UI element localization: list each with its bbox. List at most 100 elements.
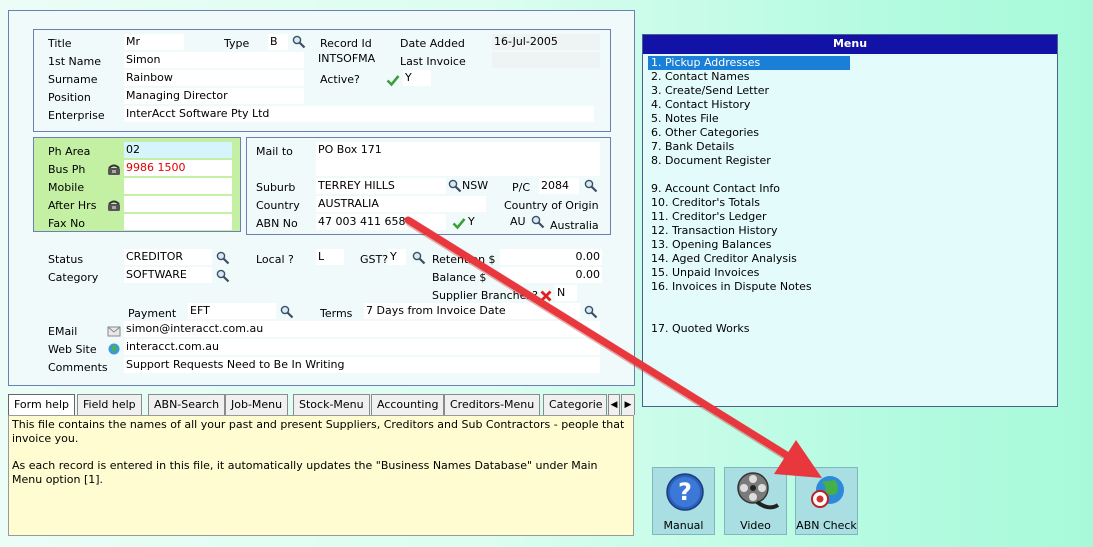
menu-list: 1. Pickup Addresses 2. Contact Names 3. … <box>643 56 1057 396</box>
search-icon[interactable] <box>584 305 598 319</box>
country-field[interactable]: AUSTRALIA <box>316 196 486 212</box>
tab-field-help[interactable]: Field help <box>77 394 142 415</box>
menu-item-transaction-history[interactable]: 12. Transaction History <box>648 224 778 238</box>
supplier-branches-label: Supplier Branches? <box>432 289 538 302</box>
record-id-label: Record Id <box>320 37 372 50</box>
email-icon[interactable] <box>107 324 121 338</box>
payment-field[interactable]: EFT <box>188 303 276 319</box>
menu-item-pickup-addresses[interactable]: 1. Pickup Addresses <box>648 56 850 70</box>
manual-button[interactable]: ? Manual <box>652 467 715 535</box>
x-icon[interactable] <box>539 289 553 303</box>
origin-value: Australia <box>550 219 599 232</box>
help-paragraph-1: This file contains the names of all your… <box>12 418 625 445</box>
after-hrs-label: After Hrs <box>48 199 97 212</box>
pc-field[interactable]: 2084 <box>539 178 579 194</box>
position-field[interactable]: Managing Director <box>124 88 304 104</box>
mobile-field[interactable] <box>124 178 232 194</box>
search-icon[interactable] <box>216 269 230 283</box>
tab-creditors-menu[interactable]: Creditors-Menu <box>444 394 541 415</box>
retention-field: 0.00 <box>500 249 602 265</box>
globe-icon[interactable] <box>107 342 121 356</box>
tab-scroll-right[interactable]: ▶ <box>621 394 635 415</box>
local-field[interactable]: L <box>316 249 344 265</box>
last-invoice-label: Last Invoice <box>400 55 466 68</box>
menu-item-invoices-in-dispute[interactable]: 16. Invoices in Dispute Notes <box>648 280 812 294</box>
bus-ph-label: Bus Ph <box>48 163 86 176</box>
mail-to-field[interactable]: PO Box 171 <box>316 142 600 176</box>
phone-icon[interactable] <box>107 199 121 213</box>
menu-item-contact-history[interactable]: 4. Contact History <box>648 98 750 112</box>
menu-item-creditors-ledger[interactable]: 11. Creditor's Ledger <box>648 210 767 224</box>
tab-abn-search[interactable]: ABN-Search <box>148 394 226 415</box>
ph-area-field[interactable]: 02 <box>124 142 232 158</box>
abn-label: ABN No <box>256 217 298 230</box>
supplier-branches-field[interactable]: N <box>555 285 577 301</box>
abn-field[interactable]: 47 003 411 658 <box>316 214 446 230</box>
suburb-field[interactable]: TERREY HILLS <box>316 178 446 194</box>
menu-item-account-contact-info[interactable]: 9. Account Contact Info <box>648 182 780 196</box>
title-field[interactable]: Mr <box>124 34 184 50</box>
help-text-box: This file contains the names of all your… <box>8 415 634 536</box>
menu-item-unpaid-invoices[interactable]: 15. Unpaid Invoices <box>648 266 759 280</box>
search-icon[interactable] <box>448 179 462 193</box>
ph-area-label: Ph Area <box>48 145 91 158</box>
search-icon[interactable] <box>216 251 230 265</box>
surname-field[interactable]: Rainbow <box>124 70 304 86</box>
category-label: Category <box>48 271 99 284</box>
payment-label: Payment <box>128 307 177 320</box>
gst-label: GST? <box>360 253 389 266</box>
menu-item-notes-file[interactable]: 5. Notes File <box>648 112 719 126</box>
gst-field[interactable]: Y <box>388 249 406 265</box>
active-label: Active? <box>320 73 360 86</box>
terms-field[interactable]: 7 Days from Invoice Date <box>364 303 580 319</box>
menu-item-aged-creditor-analysis[interactable]: 14. Aged Creditor Analysis <box>648 252 797 266</box>
position-label: Position <box>48 91 91 104</box>
tab-categories[interactable]: Categorie <box>543 394 607 415</box>
first-name-label: 1st Name <box>48 55 101 68</box>
menu-item-contact-names[interactable]: 2. Contact Names <box>648 70 749 84</box>
date-added-label: Date Added <box>400 37 465 50</box>
video-button[interactable]: Video <box>724 467 787 535</box>
email-field[interactable]: simon@interacct.com.au <box>124 321 600 337</box>
search-icon[interactable] <box>412 251 426 265</box>
search-icon[interactable] <box>280 305 294 319</box>
comments-field[interactable]: Support Requests Need to Be In Writing <box>124 357 600 373</box>
bus-ph-field[interactable]: 9986 1500 <box>124 160 232 176</box>
website-field[interactable]: interacct.com.au <box>124 339 600 355</box>
menu-item-bank-details[interactable]: 7. Bank Details <box>648 140 734 154</box>
menu-item-opening-balances[interactable]: 13. Opening Balances <box>648 238 771 252</box>
tab-stock-menu[interactable]: Stock-Menu <box>293 394 370 415</box>
country-origin-label: Country of Origin <box>504 199 599 212</box>
menu-item-creditors-totals[interactable]: 10. Creditor's Totals <box>648 196 760 210</box>
abn-check-button[interactable]: ABN Check <box>795 467 858 535</box>
globe-check-icon <box>811 476 844 508</box>
menu-item-quoted-works[interactable]: 17. Quoted Works <box>648 322 750 336</box>
search-icon[interactable] <box>292 35 306 49</box>
surname-label: Surname <box>48 73 98 86</box>
balance-label: Balance $ <box>432 271 487 284</box>
tab-accounting[interactable]: Accounting <box>371 394 445 415</box>
fax-field[interactable] <box>124 214 232 230</box>
record-id-value: INTSOFMA <box>318 52 376 65</box>
abn-check-button-label: ABN Check <box>796 519 857 532</box>
manual-button-label: Manual <box>663 519 704 532</box>
menu-item-create-send-letter[interactable]: 3. Create/Send Letter <box>648 84 769 98</box>
tab-job-menu[interactable]: Job-Menu <box>225 394 289 415</box>
status-field[interactable]: CREDITOR <box>124 249 212 265</box>
search-icon[interactable] <box>584 179 598 193</box>
active-field[interactable]: Y <box>403 70 431 86</box>
tab-form-help[interactable]: Form help <box>8 394 75 415</box>
menu-item-document-register[interactable]: 8. Document Register <box>648 154 771 168</box>
menu-item-other-categories[interactable]: 6. Other Categories <box>648 126 759 140</box>
after-hrs-field[interactable] <box>124 196 232 212</box>
search-icon[interactable] <box>531 215 545 229</box>
first-name-field[interactable]: Simon <box>124 52 304 68</box>
mail-to-label: Mail to <box>256 145 293 158</box>
retention-label: Retention $ <box>432 253 496 266</box>
phone-icon[interactable] <box>107 163 121 177</box>
type-field[interactable]: B <box>268 34 288 50</box>
tab-scroll-left[interactable]: ◀ <box>608 394 620 415</box>
category-field[interactable]: SOFTWARE <box>124 267 212 283</box>
enterprise-field[interactable]: InterAcct Software Pty Ltd <box>124 106 594 122</box>
terms-label: Terms <box>320 307 353 320</box>
